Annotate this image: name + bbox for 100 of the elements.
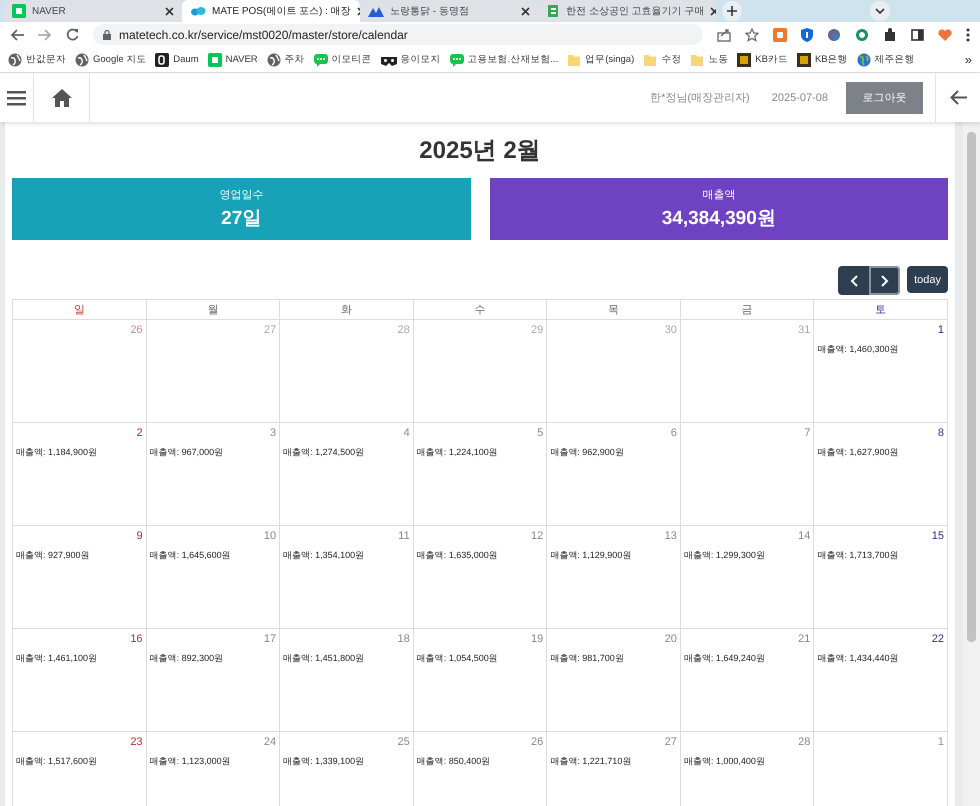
bookmark[interactable]: 주차 [266, 52, 305, 66]
chat-icon [450, 52, 464, 66]
day-number[interactable]: 13 [664, 530, 677, 542]
back-arrow-icon[interactable] [950, 90, 966, 105]
browser-tab[interactable]: MATE POS(메이트 포스) : 매장 [182, 0, 360, 22]
daily-sales: 매출액: 1,129,900원 [550, 549, 632, 562]
daily-sales: 매출액: 1,339,100원 [283, 755, 366, 768]
day-number[interactable]: 15 [932, 530, 944, 542]
lock-icon [103, 30, 111, 40]
bookmark[interactable]: Daum [155, 52, 199, 66]
shield-icon[interactable] [801, 28, 813, 42]
day-number[interactable]: 27 [664, 736, 677, 748]
day-number[interactable]: 10 [264, 530, 276, 542]
day-number[interactable]: 5 [537, 427, 544, 439]
day-number[interactable]: 24 [264, 736, 276, 748]
weekday-header: 화 [280, 300, 414, 320]
logout-button[interactable]: 로그아웃 [846, 82, 923, 114]
day-number[interactable]: 22 [932, 633, 944, 645]
day-number[interactable]: 4 [404, 427, 410, 439]
bookmark[interactable]: 업무(singa) [567, 52, 634, 66]
day-number[interactable]: 14 [798, 530, 810, 542]
daily-sales: 매출액: 1,645,600원 [150, 549, 232, 562]
day-number[interactable]: 25 [397, 736, 410, 748]
browser-tab[interactable]: 한전 소상공인 고효율기기 구매 [538, 0, 716, 22]
document-icon [546, 4, 560, 18]
naver-icon [208, 52, 222, 66]
next-month-button[interactable] [869, 266, 900, 295]
bank-icon [796, 52, 811, 66]
current-date: 2025-07-08 [772, 90, 828, 106]
bookmark[interactable]: 반값문자 [8, 52, 66, 66]
bookmark[interactable]: 응이모지 [380, 53, 441, 66]
day-number[interactable]: 8 [938, 427, 944, 439]
folder-icon [567, 52, 582, 66]
stat-label: 영업일수 [219, 188, 264, 202]
globe-icon[interactable] [827, 28, 841, 42]
home-icon[interactable] [52, 88, 72, 106]
day-number[interactable]: 6 [670, 427, 677, 439]
extension-square-icon[interactable] [773, 28, 787, 42]
day-number[interactable]: 28 [798, 736, 810, 748]
stat-value: 34,384,390원 [662, 207, 776, 231]
previous-month-button[interactable] [838, 266, 870, 295]
day-number[interactable]: 17 [264, 633, 276, 645]
bookmark[interactable]: 제주은행 [856, 52, 915, 66]
day-number[interactable]: 16 [130, 633, 143, 645]
day-number[interactable]: 2 [136, 427, 143, 439]
star-icon[interactable] [745, 28, 759, 42]
chevron-right-icon [880, 274, 889, 286]
side-panel-icon[interactable] [911, 28, 924, 40]
bookmark[interactable]: 노동 [690, 52, 728, 66]
shield-check-icon[interactable] [855, 28, 869, 42]
daily-sales: 매출액: 1,461,100원 [16, 652, 98, 665]
day-number[interactable]: 19 [531, 633, 544, 645]
bookmark[interactable]: 이모티콘 [314, 52, 372, 66]
globe-icon [75, 52, 89, 66]
share-icon[interactable] [717, 28, 731, 42]
day-number[interactable]: 18 [397, 633, 410, 645]
new-tab-icon[interactable] [722, 1, 742, 21]
bookmark[interactable]: 수정 [643, 52, 682, 66]
more-icon[interactable] [966, 28, 970, 42]
daily-sales: 매출액: 850,400원 [416, 755, 492, 768]
browser-tab[interactable]: 노랑통닭 - 동명점 [360, 0, 538, 22]
globe-icon [8, 52, 22, 66]
back-icon[interactable] [10, 28, 24, 40]
day-number[interactable]: 21 [798, 633, 810, 645]
day-number[interactable]: 1 [938, 324, 944, 336]
day-number[interactable]: 1 [938, 736, 944, 748]
bookmark[interactable]: Google 지도 [75, 52, 146, 66]
globe-icon [266, 52, 281, 66]
scrollbar[interactable] [963, 122, 980, 806]
bookmark[interactable]: KB은행 [796, 52, 848, 66]
address-bar[interactable]: matetech.co.kr/service/mst0020/master/store/calendar [93, 24, 703, 45]
reload-icon[interactable] [66, 28, 79, 41]
daily-sales: 매출액: 1,354,100원 [283, 549, 366, 562]
day-number[interactable]: 12 [531, 530, 544, 542]
browser-tab[interactable]: NAVER [4, 0, 182, 22]
day-number[interactable]: 7 [804, 427, 810, 439]
day-number[interactable]: 9 [136, 530, 143, 542]
today-button[interactable]: today [907, 266, 948, 293]
more-bookmarks-button[interactable]: » [964, 52, 972, 67]
daily-sales: 매출액: 1,517,600원 [16, 755, 98, 768]
daily-sales: 매출액: 1,627,900원 [817, 446, 900, 459]
daily-sales: 매출액: 1,451,800원 [283, 652, 366, 665]
bookmark[interactable]: 고용보험.산재보험... [450, 52, 558, 66]
day-number[interactable]: 11 [398, 530, 410, 542]
daily-sales: 매출액: 1,054,500원 [416, 652, 499, 665]
url-text: matetech.co.kr/service/mst0020/master/store/calendar [119, 28, 408, 42]
day-number[interactable]: 26 [531, 736, 544, 748]
daily-sales: 매출액: 1,274,500원 [283, 446, 366, 459]
bookmark[interactable]: NAVER [208, 52, 258, 66]
chevron-down-icon[interactable] [870, 1, 890, 21]
bookmark[interactable]: KB카드 [737, 52, 788, 66]
menu-icon[interactable] [7, 90, 26, 106]
weekday-header: 월 [146, 300, 280, 320]
mountain-icon [368, 5, 384, 17]
day-number[interactable]: 23 [130, 736, 143, 748]
heart-icon[interactable] [938, 28, 952, 40]
daily-sales: 매출액: 1,123,000원 [150, 755, 232, 768]
day-number[interactable]: 3 [270, 427, 276, 439]
puzzle-icon[interactable] [883, 28, 897, 42]
day-number[interactable]: 20 [664, 633, 677, 645]
